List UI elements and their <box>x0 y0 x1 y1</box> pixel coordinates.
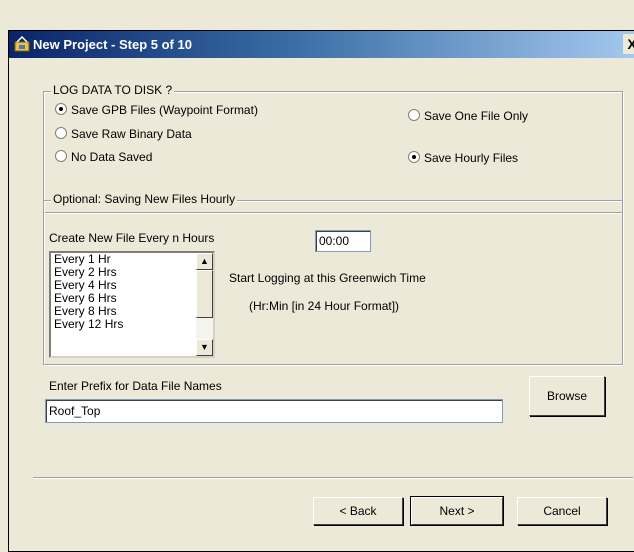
list-scrollbar[interactable]: ▲ ▼ <box>196 253 213 356</box>
radio-save-raw[interactable]: Save Raw Binary Data <box>55 127 192 141</box>
prefix-input[interactable] <box>45 399 503 423</box>
radio-save-one-file[interactable]: Save One File Only <box>408 109 528 123</box>
radio-label-save-hourly: Save Hourly Files <box>424 151 519 165</box>
back-button[interactable]: < Back <box>313 497 403 525</box>
scroll-down-icon[interactable]: ▼ <box>196 339 213 356</box>
radio-save-gpb[interactable]: Save GPB Files (Waypoint Format) <box>55 103 258 117</box>
scroll-thumb[interactable] <box>196 270 213 318</box>
radio-dot-no-data <box>55 150 67 162</box>
prefix-label: Enter Prefix for Data File Names <box>49 379 222 393</box>
log-data-legend: LOG DATA TO DISK ? <box>51 83 175 97</box>
footer-separator <box>33 477 633 479</box>
title-bar: New Project - Step 5 of 10 X <box>9 31 634 58</box>
time-input[interactable] <box>315 230 371 252</box>
interval-listbox[interactable]: Every 1 Hr Every 2 Hrs Every 4 Hrs Every… <box>49 251 215 358</box>
dialog-window: New Project - Step 5 of 10 X LOG DATA TO… <box>8 30 634 552</box>
radio-no-data[interactable]: No Data Saved <box>55 150 152 164</box>
hourly-legend: Optional: Saving New Files Hourly <box>51 192 238 206</box>
radio-dot-save-raw <box>55 127 67 139</box>
scroll-up-icon[interactable]: ▲ <box>196 253 213 270</box>
radio-dot-save-one-file <box>408 109 420 121</box>
cancel-button[interactable]: Cancel <box>517 497 607 525</box>
radio-label-save-one-file: Save One File Only <box>424 109 529 123</box>
radio-label-no-data: No Data Saved <box>71 150 153 164</box>
time-format-label: (Hr:Min [in 24 Hour Format]) <box>249 299 400 313</box>
radio-dot-save-gpb <box>55 103 67 115</box>
list-item-interval[interactable]: Every 12 Hrs <box>51 318 213 331</box>
window-title: New Project - Step 5 of 10 <box>33 37 192 52</box>
create-file-label: Create New File Every n Hours <box>49 231 215 245</box>
browse-button[interactable]: Browse <box>529 376 605 416</box>
background-strip <box>0 0 634 30</box>
app-icon <box>14 36 30 52</box>
interval-list: Every 1 Hr Every 2 Hrs Every 4 Hrs Every… <box>51 253 213 331</box>
radio-label-save-raw: Save Raw Binary Data <box>71 127 192 141</box>
start-logging-label: Start Logging at this Greenwich Time <box>229 271 426 285</box>
radio-label-save-gpb: Save GPB Files (Waypoint Format) <box>71 103 258 117</box>
close-icon[interactable]: X <box>623 34 634 54</box>
radio-dot-save-hourly <box>408 151 420 163</box>
next-button[interactable]: Next > <box>410 496 504 526</box>
radio-save-hourly[interactable]: Save Hourly Files <box>408 151 518 165</box>
